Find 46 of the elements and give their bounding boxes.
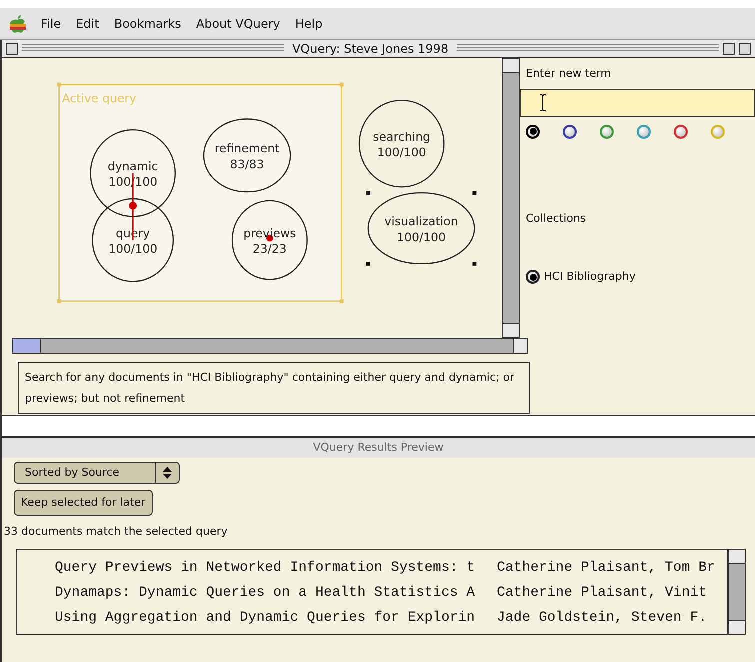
color-radio[interactable] — [674, 124, 688, 138]
menu-item[interactable]: Bookmarks — [114, 14, 182, 32]
color-radio[interactable] — [563, 124, 577, 138]
result-row[interactable]: Dynamaps: Dynamic Queries on a Health Statistics A Catherine Plaisant, Vinit — [17, 580, 727, 606]
term-input-field[interactable] — [520, 88, 755, 116]
panel-title: VQuery Results Preview — [313, 440, 444, 456]
result-row[interactable]: Query Previews in Networked Information Systems: t Catherine Plaisant, Tom Br — [17, 556, 727, 580]
author-cell-text: Catherine Plaisant, Tom Br — [497, 558, 716, 578]
keep-button[interactable]: Keep selected for later — [14, 490, 153, 516]
horizontal-scrollbar[interactable] — [12, 338, 528, 354]
author-cell-text: Catherine Plaisant, Vinit — [497, 584, 708, 602]
menu-item[interactable]: Edit — [76, 14, 100, 32]
query-description: Search for any documents in "HCI Bibliography" containing either query and dynamic; or previews; but not refinement — [18, 362, 530, 414]
apple-icon[interactable] — [10, 14, 26, 32]
title-cell-text: Using Aggregation and Dynamic Queries for Explorin — [54, 608, 476, 628]
color-radio[interactable] — [711, 124, 725, 138]
active-query-region[interactable] — [57, 82, 344, 304]
color-radio[interactable] — [600, 124, 614, 138]
menu-item[interactable]: Help — [295, 14, 323, 32]
result-count: 33 documents match the selected query — [3, 524, 229, 540]
field-label: Enter new term — [525, 66, 612, 82]
collapse-box[interactable] — [739, 42, 752, 54]
result-row[interactable]: Using Aggregation and Dynamic Queries for Explorin Jade Goldstein, Steven F. — [17, 606, 727, 630]
term-node[interactable]: refinement 83/83 — [203, 118, 292, 193]
color-radio[interactable] — [526, 124, 540, 138]
term-node[interactable]: visualization 100/100 — [366, 191, 477, 266]
radio-label: HCI Bibliography — [544, 269, 636, 285]
text-cursor-icon — [539, 94, 547, 112]
color-radio[interactable] — [637, 124, 651, 138]
sort-dropdown[interactable]: Sorted by Source — [14, 462, 180, 484]
active-query-label: Active query — [62, 92, 136, 106]
close-box[interactable] — [6, 42, 18, 54]
zoom-box[interactable] — [723, 42, 736, 54]
title-cell-text: Dynamaps: Dynamic Queries on a Health Statistics A — [54, 584, 476, 602]
menu-item[interactable]: About VQuery — [196, 14, 280, 32]
results-scrollbar[interactable] — [728, 548, 746, 634]
title-cell-text: Query Previews in Networked Information Systems: t — [54, 558, 476, 578]
stepper-icon — [163, 467, 172, 479]
term-node[interactable]: previews 23/23 — [232, 200, 308, 280]
term-node[interactable]: searching 100/100 — [358, 100, 445, 188]
menu-item[interactable]: File — [41, 14, 62, 32]
collection-radio[interactable] — [526, 270, 540, 284]
author-cell-text: Jade Goldstein, Steven F. — [497, 608, 708, 628]
window-title: VQuery: Steve Jones 1998 — [291, 40, 450, 58]
section-label: Collections — [525, 210, 588, 226]
vertical-scrollbar[interactable] — [502, 58, 520, 338]
